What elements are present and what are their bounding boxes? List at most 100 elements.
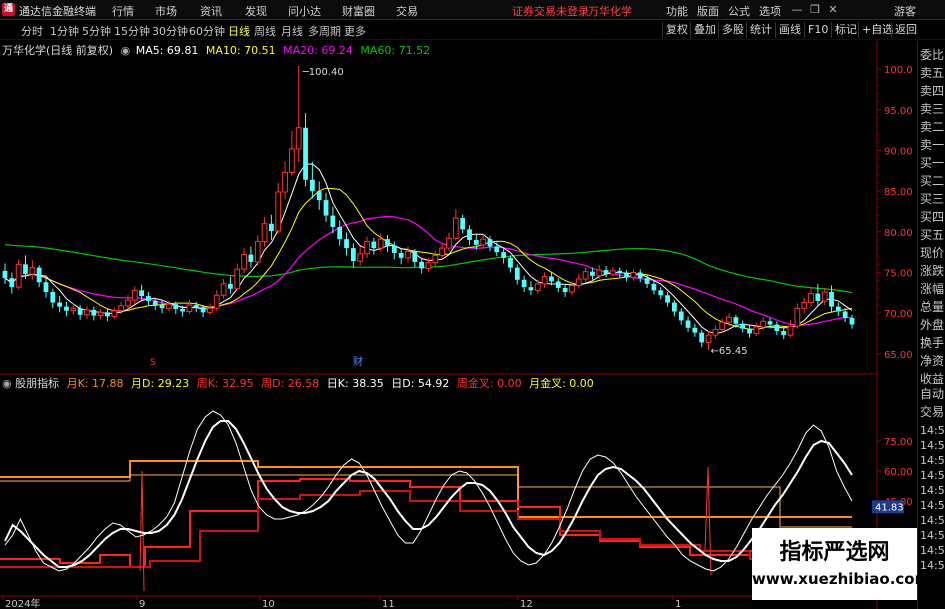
candle-body-up <box>801 302 808 309</box>
side-item-sell2[interactable]: 卖二 <box>920 118 945 136</box>
side-item-buy2[interactable]: 买二 <box>920 172 945 190</box>
collapse-icon[interactable]: ◉ <box>121 44 131 57</box>
side-item-buy5[interactable]: 买五 <box>920 226 945 244</box>
indicator-name[interactable]: 股朋指标 <box>15 377 59 390</box>
menu-item-wenxiaoda[interactable]: 问小达 <box>288 3 321 19</box>
side-item-buy4[interactable]: 买四 <box>920 208 945 226</box>
ma10-label: MA10: 70.51 <box>205 44 276 57</box>
side-item-auto[interactable]: 自动 <box>920 385 945 403</box>
overlay-button[interactable]: 叠加 <box>690 22 719 38</box>
kline-chart[interactable]: 100.0 95.00 90.00 85.00 80.00 75.00 70.00 65.00… <box>0 41 917 609</box>
candle-body-down <box>590 271 595 276</box>
side-item-turnover[interactable]: 换手 <box>920 334 945 352</box>
side-item-netasset[interactable]: 净资 <box>920 352 945 370</box>
side-item-buy1[interactable]: 买一 <box>920 154 945 172</box>
restore-icon[interactable]: ❐ <box>808 3 822 16</box>
current-value-label: 41.83 <box>875 502 904 513</box>
candle-body-down <box>842 311 848 319</box>
candle-body-down <box>562 287 568 293</box>
tick-time: 14:56 <box>920 439 945 452</box>
candle-body-down <box>91 309 97 316</box>
candle-body-down <box>57 302 63 307</box>
menu-banmian[interactable]: 版面 <box>697 3 719 19</box>
draw-line-button[interactable]: 画线 <box>775 22 804 38</box>
cross-spike <box>704 466 712 576</box>
candle-body-down <box>43 282 49 293</box>
candle-body-up <box>582 271 589 280</box>
menu-item-shichang[interactable]: 市场 <box>155 3 177 19</box>
fuquan-button[interactable]: 复权 <box>662 22 691 38</box>
menu-item-faxian[interactable]: 发现 <box>245 3 267 19</box>
candle-body-down <box>508 257 513 268</box>
indicator-settings-icon[interactable]: ◉ <box>2 377 12 390</box>
side-item-sell1[interactable]: 卖一 <box>920 136 945 154</box>
multi-stock-button[interactable]: 多股 <box>718 22 747 38</box>
side-item-volume[interactable]: 总量 <box>920 298 945 316</box>
period-60min[interactable]: 60分钟 <box>189 23 225 39</box>
side-item-outer[interactable]: 外盘 <box>920 316 945 334</box>
tick-time: 14:56 <box>920 424 945 437</box>
candle-body-down <box>77 308 83 315</box>
period-more[interactable]: 更多 <box>344 23 366 39</box>
menu-item-caifuquan[interactable]: 财富圈 <box>342 3 375 19</box>
candle-body-down <box>651 283 657 291</box>
menu-item-jiaoyi[interactable]: 交易 <box>396 3 418 19</box>
candle-body-down <box>193 305 199 308</box>
side-item-sell5[interactable]: 卖五 <box>920 64 945 82</box>
back-button[interactable]: 返回 <box>891 22 920 38</box>
candle-body-up <box>534 283 541 291</box>
side-item-trade[interactable]: 交易 <box>920 403 945 421</box>
candle-body-down <box>64 306 69 311</box>
candle-body-down <box>309 179 315 192</box>
mark-button[interactable]: 标记 <box>831 22 860 38</box>
candle-body-down <box>316 191 322 201</box>
candle-body-down <box>36 267 42 283</box>
f10-button[interactable]: F10 <box>804 22 831 38</box>
side-item-buy3[interactable]: 买三 <box>920 190 945 208</box>
side-item-sell3[interactable]: 卖三 <box>920 100 945 118</box>
candle-body-down <box>269 223 274 232</box>
day-k-label: 日K: 38.35 <box>326 377 384 390</box>
minimize-icon[interactable]: — <box>790 3 804 16</box>
day-k-line <box>4 410 853 572</box>
event-marker-cai: 财 <box>353 355 363 368</box>
period-15min[interactable]: 15分钟 <box>114 23 150 39</box>
close-icon[interactable]: ✕ <box>826 3 840 16</box>
menu-item-zixun[interactable]: 资讯 <box>200 3 222 19</box>
side-item-change[interactable]: 涨跌 <box>920 262 945 280</box>
period-5min[interactable]: 5分钟 <box>82 23 111 39</box>
candle-body-down <box>781 331 787 336</box>
indicator-header: ◉ 股朋指标 月K: 17.88 月D: 29.23 周K: 32.95 周D:… <box>2 375 594 390</box>
side-item-price[interactable]: 现价 <box>920 244 945 262</box>
period-multi[interactable]: 多周期 <box>308 23 341 39</box>
candle-body-up <box>295 127 302 150</box>
low-price-label: ←65.45 <box>711 346 748 357</box>
side-item-sell4[interactable]: 卖四 <box>920 82 945 100</box>
trade-login-notice[interactable]: 证券交易未登录 <box>512 3 589 19</box>
statistics-button[interactable]: 统计 <box>746 22 775 38</box>
candle-body-down <box>487 239 493 247</box>
candle-body-down <box>398 252 404 258</box>
period-1min[interactable]: 1分钟 <box>50 23 79 39</box>
period-fenshi[interactable]: 分时 <box>21 23 43 39</box>
candle-body-up <box>131 289 138 301</box>
side-item-change-pct[interactable]: 涨幅 <box>920 280 945 298</box>
candle-body-down <box>371 241 377 249</box>
menu-xuanxiang[interactable]: 选项 <box>759 3 781 19</box>
candle-body-up <box>446 237 452 249</box>
side-item-weibi[interactable]: 委比 <box>920 46 945 64</box>
guest-user[interactable]: 游客 <box>894 3 916 19</box>
candle-body-down <box>391 245 397 253</box>
period-monthly[interactable]: 月线 <box>281 23 303 39</box>
period-30min[interactable]: 30分钟 <box>152 23 188 39</box>
period-weekly[interactable]: 周线 <box>254 23 276 39</box>
period-daily[interactable]: 日线 <box>228 23 250 39</box>
menu-gongneng[interactable]: 功能 <box>666 3 688 19</box>
candle-body-up <box>753 326 760 334</box>
date-tick-label: 9 <box>139 599 145 609</box>
candle-body-up <box>357 253 364 262</box>
menu-item-hangqing[interactable]: 行情 <box>112 3 134 19</box>
high-price-label: ─100.40 <box>302 67 344 78</box>
day-d-label: 日D: 54.92 <box>391 377 450 390</box>
menu-gongshi[interactable]: 公式 <box>728 3 750 19</box>
